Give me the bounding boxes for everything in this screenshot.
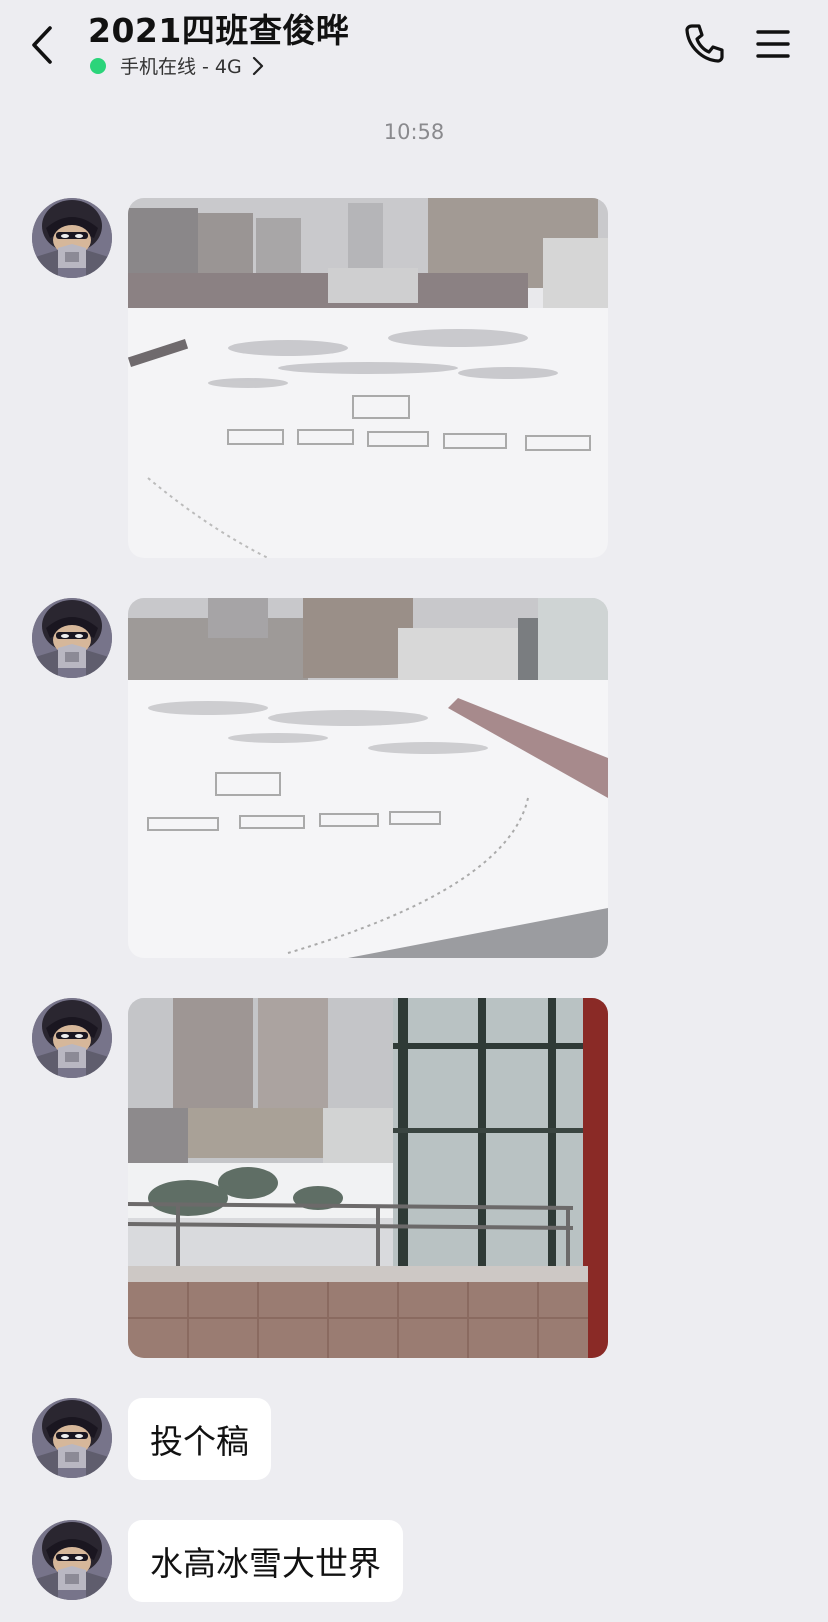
image-message-snowy-field-stands[interactable] — [128, 598, 608, 958]
text-message-bubble[interactable]: 水高冰雪大世界 — [128, 1520, 403, 1602]
sender-avatar[interactable] — [32, 998, 112, 1078]
image-message-balcony-view[interactable] — [128, 998, 608, 1358]
sender-avatar[interactable] — [32, 1398, 112, 1478]
back-button[interactable] — [26, 22, 62, 68]
sender-avatar[interactable] — [32, 598, 112, 678]
photo-balcony-view — [128, 998, 608, 1358]
sender-avatar[interactable] — [32, 198, 112, 278]
chevron-left-icon — [32, 26, 52, 64]
online-dot-icon — [90, 57, 106, 74]
phone-icon — [685, 24, 724, 63]
chat-title[interactable]: 2021四班查俊晔 — [88, 4, 349, 52]
photo-snowy-field-stands — [128, 598, 608, 958]
image-message-snowy-field[interactable] — [128, 198, 608, 558]
voice-call-button[interactable] — [682, 20, 728, 66]
menu-button[interactable] — [756, 28, 790, 60]
message-timestamp: 10:58 — [383, 120, 445, 144]
online-status-text: 手机在线 - 4G — [120, 56, 242, 78]
sender-avatar[interactable] — [32, 1520, 112, 1600]
online-status[interactable]: 手机在线 - 4G — [90, 52, 264, 79]
text-message-bubble[interactable]: 投个稿 — [128, 1398, 271, 1480]
chat-header: 2021四班查俊晔 手机在线 - 4G — [0, 0, 828, 90]
hamburger-menu-icon — [756, 30, 790, 58]
chevron-right-icon — [252, 56, 263, 75]
photo-snowy-field — [128, 198, 608, 558]
